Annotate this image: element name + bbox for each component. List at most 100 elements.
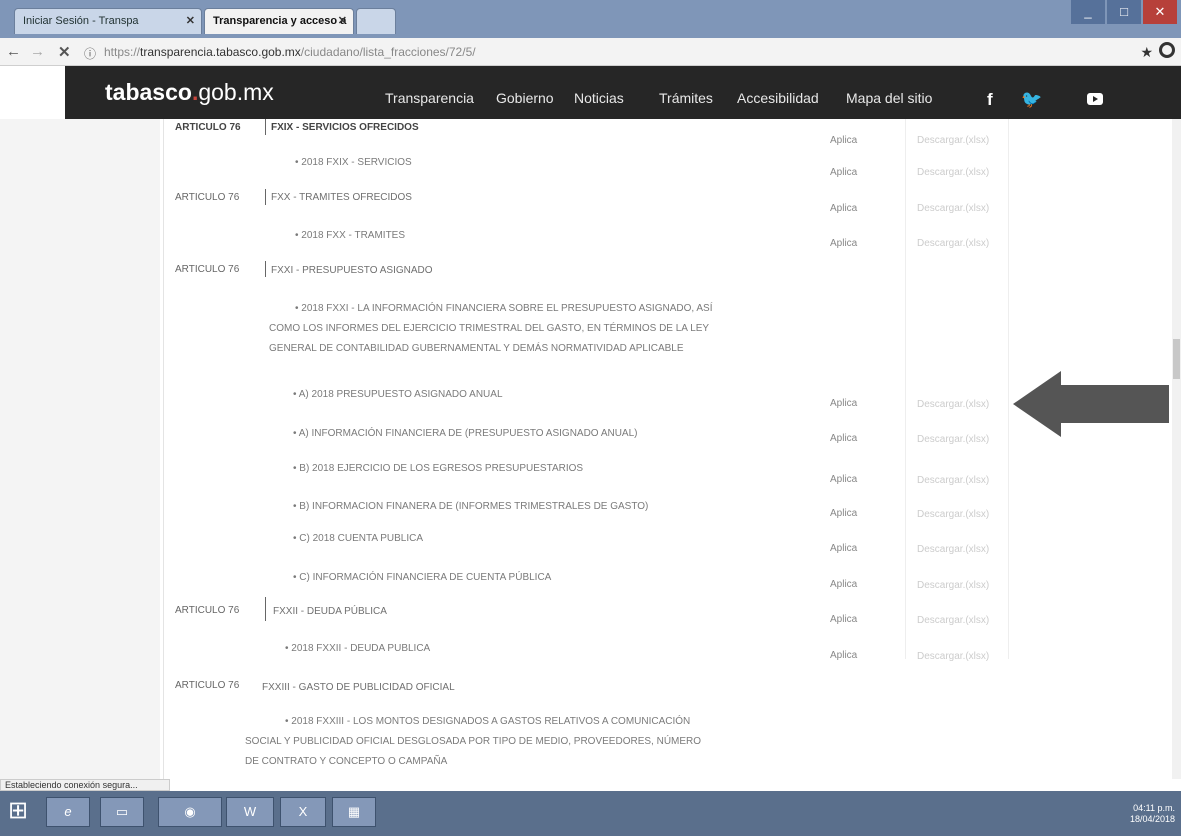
system-tray[interactable]: 04:11 p.m. 18/04/2018 bbox=[1130, 803, 1175, 825]
logo-suffix: gob.mx bbox=[198, 79, 274, 105]
fractions-table: ARTICULO 76 FXIX - SERVICIOS OFRECIDOS A… bbox=[165, 119, 1181, 789]
download-link[interactable]: Descargar.(xlsx) bbox=[917, 580, 989, 591]
sub-fraction-label: • B) INFORMACION FINANERA DE (INFORMES T… bbox=[293, 501, 649, 512]
sub-fraction-label: • 2018 FXXII - DEUDA PUBLICA bbox=[285, 643, 431, 654]
fraction-label: FXX - TRAMITES OFRECIDOS bbox=[271, 192, 412, 203]
download-link[interactable]: Descargar.(xlsx) bbox=[917, 203, 989, 214]
nav-transparencia[interactable]: Transparencia bbox=[385, 90, 474, 106]
fraction-label: FXXIII - GASTO DE PUBLICIDAD OFICIAL bbox=[262, 682, 455, 693]
bookmark-star-icon[interactable]: ★ bbox=[1140, 44, 1153, 61]
article-label: ARTICULO 76 bbox=[175, 680, 240, 691]
download-link[interactable]: Descargar.(xlsx) bbox=[917, 475, 989, 486]
app-icon[interactable]: ▦ bbox=[332, 797, 376, 827]
address-bar: ← → ✕ ⓘ https://transparencia.tabasco.go… bbox=[0, 38, 1181, 66]
forward-icon[interactable]: → bbox=[30, 43, 45, 60]
page-scrollbar[interactable] bbox=[1172, 119, 1181, 779]
download-link[interactable]: Descargar.(xlsx) bbox=[917, 167, 989, 178]
aplica-label: Aplica bbox=[830, 579, 858, 590]
sub-fraction-label: • B) 2018 EJERCICIO DE LOS EGRESOS PRESU… bbox=[293, 463, 584, 474]
divider bbox=[265, 597, 266, 621]
logo-main: tabasco bbox=[105, 79, 192, 105]
tab-label: Iniciar Sesión - Transpa bbox=[23, 15, 139, 27]
info-icon[interactable]: ⓘ bbox=[84, 45, 96, 62]
download-link[interactable]: Descargar.(xlsx) bbox=[917, 135, 989, 146]
excel-icon[interactable]: X bbox=[280, 797, 326, 827]
download-link[interactable]: Descargar.(xlsx) bbox=[917, 434, 989, 445]
ie-icon[interactable]: e bbox=[46, 797, 90, 827]
sub-fraction-label: • C) INFORMACIÓN FINANCIERA DE CUENTA PÚ… bbox=[293, 572, 552, 583]
sub-fraction-label: • C) 2018 CUENTA PUBLICA bbox=[293, 533, 424, 544]
left-gutter bbox=[0, 119, 160, 789]
minimize-icon[interactable]: _ bbox=[1071, 0, 1105, 24]
close-tab-icon[interactable]: ✕ bbox=[186, 14, 195, 27]
sub-fraction-line: SOCIAL Y PUBLICIDAD OFICIAL DESGLOSADA P… bbox=[245, 736, 702, 747]
sub-fraction-label: • A) INFORMACIÓN FINANCIERA DE (PRESUPUE… bbox=[293, 428, 638, 439]
maximize-icon[interactable]: □ bbox=[1107, 0, 1141, 24]
sub-fraction-label: • 2018 FXX - TRAMITES bbox=[295, 230, 406, 241]
aplica-label: Aplica bbox=[830, 203, 858, 214]
clock-time: 04:11 p.m. bbox=[1133, 803, 1175, 813]
fraction-label: FXIX - SERVICIOS OFRECIDOS bbox=[271, 122, 419, 133]
aplica-label: Aplica bbox=[830, 474, 858, 485]
sub-fraction-line: COMO LOS INFORMES DEL EJERCICIO TRIMESTR… bbox=[269, 323, 710, 334]
divider bbox=[265, 189, 266, 205]
divider bbox=[265, 261, 266, 277]
new-tab-button[interactable] bbox=[356, 8, 396, 34]
divider bbox=[265, 119, 266, 135]
download-link[interactable]: Descargar.(xlsx) bbox=[917, 651, 989, 662]
aplica-label: Aplica bbox=[830, 650, 858, 661]
close-tab-icon[interactable]: ✕ bbox=[338, 14, 347, 27]
tab-label: Transparencia y acceso a bbox=[213, 15, 347, 27]
aplica-label: Aplica bbox=[830, 433, 858, 444]
windows-taskbar: ⊞ e ▭ ◉ W X ▦ 04:11 p.m. 18/04/2018 bbox=[0, 791, 1181, 836]
url-host: transparencia.tabasco.gob.mx bbox=[140, 45, 301, 59]
article-label: ARTICULO 76 bbox=[175, 605, 240, 616]
browser-tabstrip: Iniciar Sesión - Transpa ✕ Transparencia… bbox=[0, 0, 1181, 38]
sub-fraction-line: GENERAL DE CONTABILIDAD GUBERNAMENTAL Y … bbox=[269, 343, 684, 354]
nav-tramites[interactable]: Trámites bbox=[659, 90, 713, 106]
site-logo[interactable]: tabasco.gob.mx bbox=[105, 79, 274, 106]
facebook-icon[interactable]: f bbox=[987, 90, 993, 110]
url-field[interactable]: https://transparencia.tabasco.gob.mx/ciu… bbox=[104, 45, 476, 59]
aplica-label: Aplica bbox=[830, 543, 858, 554]
youtube-icon[interactable] bbox=[1087, 93, 1103, 105]
url-prefix: https:// bbox=[104, 45, 141, 59]
sub-fraction-line: • 2018 FXXIII - LOS MONTOS DESIGNADOS A … bbox=[285, 716, 691, 727]
close-window-icon[interactable]: ✕ bbox=[1143, 0, 1177, 24]
nav-mapa-del-sitio[interactable]: Mapa del sitio bbox=[846, 90, 932, 106]
back-icon[interactable]: ← bbox=[6, 43, 21, 60]
nav-accesibilidad[interactable]: Accesibilidad bbox=[737, 90, 819, 106]
windows-start-icon[interactable]: ⊞ bbox=[8, 799, 28, 823]
sub-fraction-line: DE CONTRATO Y CONCEPTO O CAMPAÑA bbox=[245, 756, 448, 767]
download-link[interactable]: Descargar.(xlsx) bbox=[917, 399, 989, 410]
download-column bbox=[905, 119, 1009, 659]
scrollbar-thumb[interactable] bbox=[1173, 339, 1180, 379]
column-divider bbox=[163, 119, 164, 789]
download-link[interactable]: Descargar.(xlsx) bbox=[917, 238, 989, 249]
sub-fraction-line: • 2018 FXXI - LA INFORMACIÓN FINANCIERA … bbox=[295, 303, 713, 314]
download-link[interactable]: Descargar.(xlsx) bbox=[917, 615, 989, 626]
browser-tab-login[interactable]: Iniciar Sesión - Transpa ✕ bbox=[14, 8, 202, 34]
download-link[interactable]: Descargar.(xlsx) bbox=[917, 509, 989, 520]
extension-icon[interactable] bbox=[1159, 42, 1175, 58]
stop-loading-icon[interactable]: ✕ bbox=[58, 43, 71, 61]
article-label: ARTICULO 76 bbox=[175, 122, 241, 133]
clock-date: 18/04/2018 bbox=[1129, 814, 1175, 824]
word-icon[interactable]: W bbox=[226, 797, 274, 827]
annotation-arrow-icon bbox=[1013, 371, 1169, 437]
download-link[interactable]: Descargar.(xlsx) bbox=[917, 544, 989, 555]
explorer-icon[interactable]: ▭ bbox=[100, 797, 144, 827]
article-label: ARTICULO 76 bbox=[175, 192, 240, 203]
browser-tab-transparencia[interactable]: Transparencia y acceso a ✕ bbox=[204, 8, 354, 34]
chrome-icon[interactable]: ◉ bbox=[158, 797, 222, 827]
aplica-label: Aplica bbox=[830, 614, 858, 625]
url-path: /ciudadano/lista_fracciones/72/5/ bbox=[300, 45, 476, 59]
aplica-label: Aplica bbox=[830, 238, 858, 249]
fraction-label: FXXII - DEUDA PÚBLICA bbox=[273, 606, 387, 617]
nav-noticias[interactable]: Noticias bbox=[574, 90, 624, 106]
nav-gobierno[interactable]: Gobierno bbox=[496, 90, 554, 106]
fraction-label: FXXI - PRESUPUESTO ASIGNADO bbox=[271, 265, 433, 276]
aplica-label: Aplica bbox=[830, 398, 858, 409]
twitter-icon[interactable]: 🐦 bbox=[1021, 90, 1042, 110]
aplica-label: Aplica bbox=[830, 135, 858, 146]
